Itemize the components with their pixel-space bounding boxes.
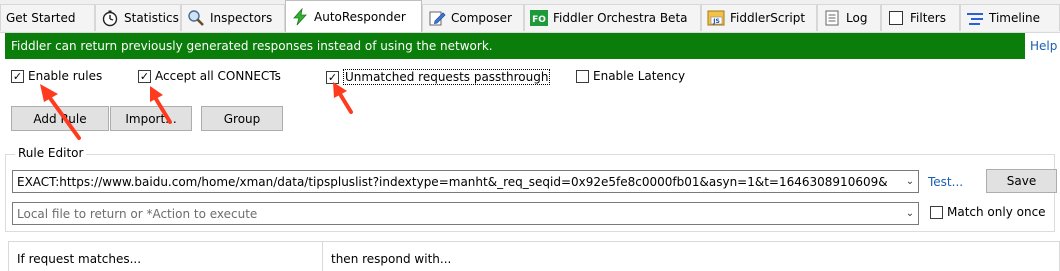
column-header-request-match[interactable]: If request matches... bbox=[17, 252, 141, 266]
fo-badge-icon: FO bbox=[530, 9, 548, 27]
tab-fiddlerscript[interactable]: JS FiddlerScript bbox=[701, 4, 817, 31]
match-rule-value: EXACT:https://www.baidu.com/home/xman/da… bbox=[17, 174, 888, 189]
tab-label: Statistics bbox=[124, 11, 179, 25]
tab-label: Composer bbox=[451, 11, 512, 25]
test-link[interactable]: Test... bbox=[928, 175, 963, 189]
tab-filters[interactable]: Filters bbox=[881, 4, 960, 31]
stopwatch-icon bbox=[101, 9, 119, 27]
unchecked-box-icon[interactable] bbox=[930, 205, 943, 219]
checkbox-icon bbox=[887, 9, 905, 27]
tab-fiddler-orchestra[interactable]: FO Fiddler Orchestra Beta bbox=[524, 4, 701, 31]
tab-label: Timeline bbox=[989, 11, 1041, 25]
tab-get-started[interactable]: Get Started bbox=[0, 4, 95, 31]
action-combobox[interactable]: Local file to return or *Action to execu… bbox=[12, 202, 919, 225]
js-script-icon: JS bbox=[707, 9, 725, 27]
chevron-down-icon[interactable]: ⌄ bbox=[902, 203, 918, 224]
add-rule-button[interactable]: Add Rule bbox=[11, 106, 109, 131]
tab-label: AutoResponder bbox=[314, 9, 406, 24]
enable-rules-label: Enable rules bbox=[28, 69, 103, 83]
enable-rules-checkbox[interactable]: ✓ Enable rules bbox=[11, 69, 102, 83]
accept-connects-checkbox[interactable]: ✓ Accept all CONNECTs bbox=[138, 69, 281, 83]
import-button[interactable]: Import... bbox=[110, 106, 192, 131]
red-arrow-icon bbox=[333, 82, 353, 114]
tab-timeline[interactable]: Timeline bbox=[960, 4, 1060, 31]
action-placeholder: Local file to return or *Action to execu… bbox=[17, 206, 258, 221]
tab-label: FiddlerScript bbox=[730, 11, 806, 25]
timeline-icon bbox=[966, 9, 984, 27]
checkmark-icon[interactable]: ✓ bbox=[11, 69, 24, 83]
checkmark-icon[interactable]: ✓ bbox=[138, 69, 151, 83]
unmatched-passthrough-checkbox[interactable]: ✓ Unmatched requests passthrough bbox=[326, 69, 551, 85]
enable-latency-label: Enable Latency bbox=[593, 69, 686, 83]
help-link[interactable]: Help bbox=[1030, 39, 1057, 53]
column-divider[interactable] bbox=[322, 241, 323, 271]
match-only-once-checkbox[interactable]: Match only once bbox=[930, 205, 1046, 219]
chevron-down-icon[interactable]: ⌄ bbox=[902, 171, 918, 192]
magnifier-icon bbox=[187, 9, 205, 27]
tab-autoresponder[interactable]: AutoResponder bbox=[285, 0, 422, 32]
tab-label: Log bbox=[846, 11, 868, 25]
log-icon bbox=[823, 9, 841, 27]
tab-statistics[interactable]: Statistics bbox=[95, 4, 181, 31]
info-banner: Fiddler can return previously generated … bbox=[5, 33, 1025, 59]
banner-text: Fiddler can return previously generated … bbox=[11, 39, 493, 53]
svg-text:JS: JS bbox=[712, 18, 720, 25]
rules-table bbox=[8, 241, 1060, 271]
tab-strip: Get Started Statistics Inspectors AutoRe… bbox=[0, 0, 1060, 33]
tab-label: Inspectors bbox=[210, 11, 273, 25]
match-rule-combobox[interactable]: EXACT:https://www.baidu.com/home/xman/da… bbox=[12, 170, 919, 193]
tab-log[interactable]: Log bbox=[817, 4, 881, 31]
accept-connects-label: Accept all CONNECTs bbox=[155, 69, 281, 83]
pencil-icon bbox=[428, 9, 446, 27]
tab-label: Fiddler Orchestra Beta bbox=[553, 11, 688, 25]
rule-editor-label: Rule Editor bbox=[15, 146, 87, 160]
save-button[interactable]: Save bbox=[986, 169, 1057, 193]
tab-composer[interactable]: Composer bbox=[422, 4, 524, 31]
group-button[interactable]: Group bbox=[201, 106, 283, 131]
lightning-icon bbox=[291, 7, 309, 26]
tab-inspectors[interactable]: Inspectors bbox=[181, 4, 285, 31]
match-only-once-label: Match only once bbox=[947, 205, 1046, 219]
svg-text:FO: FO bbox=[532, 15, 546, 25]
tab-label: Get Started bbox=[6, 11, 76, 25]
tab-label: Filters bbox=[910, 11, 946, 25]
enable-latency-checkbox[interactable]: Enable Latency bbox=[576, 69, 685, 83]
unmatched-passthrough-label: Unmatched requests passthrough bbox=[343, 69, 551, 85]
checkmark-icon[interactable]: ✓ bbox=[326, 70, 339, 84]
unchecked-box-icon[interactable] bbox=[576, 69, 589, 83]
column-header-response[interactable]: then respond with... bbox=[331, 252, 451, 266]
